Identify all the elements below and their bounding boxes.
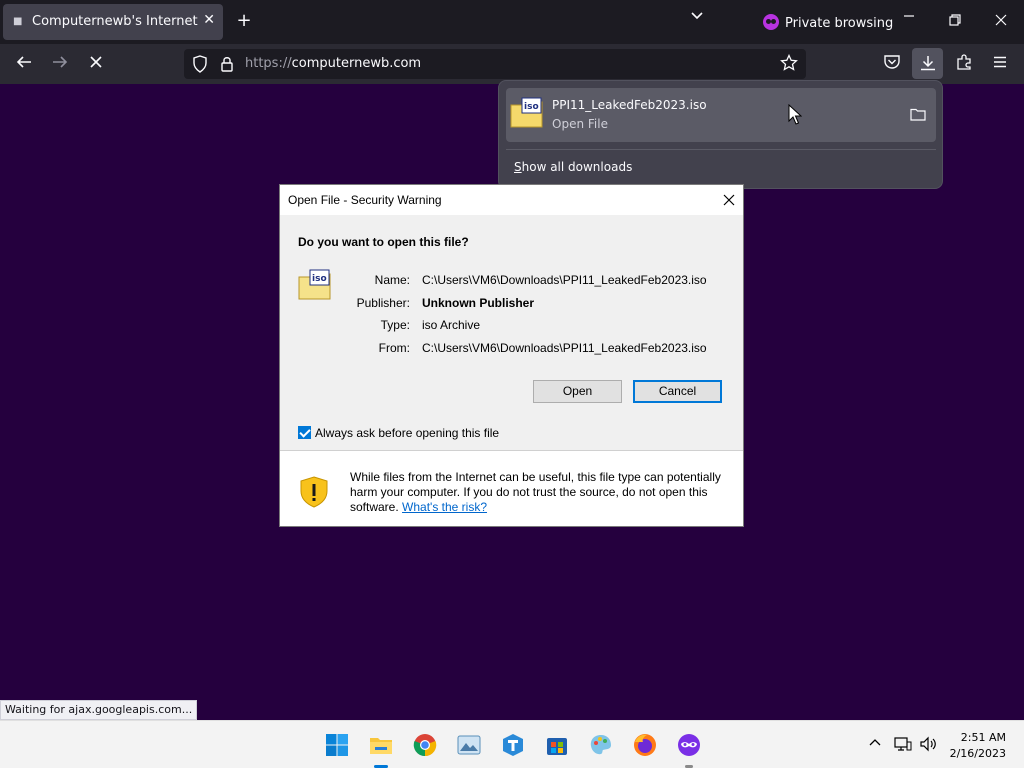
- taskbar: 2:51 AM 2/16/2023: [0, 720, 1024, 768]
- dialog-titlebar[interactable]: Open File - Security Warning: [280, 185, 743, 215]
- name-value: C:\Users\VM6\Downloads\PPI11_LeakedFeb20…: [422, 273, 707, 287]
- cancel-button[interactable]: Cancel: [633, 380, 722, 403]
- mouse-cursor-icon: [788, 103, 803, 130]
- firefox-private-icon[interactable]: [677, 733, 701, 757]
- warning-text: While files from the Internet can be use…: [350, 470, 730, 515]
- network-icon[interactable]: [894, 736, 912, 756]
- bookmark-star-icon[interactable]: [780, 53, 798, 76]
- windows-start-icon[interactable]: [325, 733, 349, 757]
- firefox-icon[interactable]: [633, 733, 657, 757]
- tab-active[interactable]: ■ Computernewb's Internet Pub ✕: [3, 4, 223, 40]
- warning-pane: While files from the Internet can be use…: [280, 451, 743, 526]
- tab-title: Computernewb's Internet Pub: [32, 14, 198, 29]
- publisher-label: Publisher:: [356, 296, 410, 310]
- private-browsing-indicator: Private browsing: [763, 14, 893, 31]
- always-ask-label: Always ask before opening this file: [315, 426, 500, 440]
- downloads-button[interactable]: [912, 48, 943, 79]
- system-clock[interactable]: 2:51 AM 2/16/2023: [950, 730, 1006, 762]
- type-value: iso Archive: [422, 318, 481, 332]
- teams-icon[interactable]: [501, 733, 525, 757]
- dialog-title: Open File - Security Warning: [288, 193, 442, 207]
- name-label: Name:: [374, 273, 410, 287]
- volume-icon[interactable]: [919, 736, 937, 756]
- show-in-folder-icon[interactable]: [910, 106, 926, 121]
- clock-date: 2/16/2023: [949, 747, 1006, 760]
- minimize-icon[interactable]: [898, 10, 920, 26]
- download-status: Open File: [552, 117, 608, 131]
- new-tab-plus-icon[interactable]: +: [233, 10, 255, 31]
- tracking-protection-shield-icon[interactable]: [192, 55, 208, 77]
- chrome-icon[interactable]: [413, 733, 437, 757]
- download-file-name: PPI11_LeakedFeb2023.iso: [552, 98, 707, 112]
- download-arrow-icon: [919, 54, 937, 76]
- list-tabs-chevron-down-icon[interactable]: [686, 8, 708, 26]
- download-item[interactable]: iso PPI11_LeakedFeb2023.iso Open File: [506, 88, 936, 142]
- show-all-rest: how all downloads: [521, 160, 633, 174]
- show-hidden-icons-chevron-up-icon[interactable]: [868, 736, 882, 754]
- pocket-icon[interactable]: [880, 53, 904, 76]
- status-panel: Waiting for ajax.googleapis.com...: [0, 700, 198, 720]
- tab-bar: ■ Computernewb's Internet Pub ✕ + Privat…: [0, 0, 1024, 44]
- extensions-puzzle-icon[interactable]: [952, 53, 976, 76]
- panel-divider: [506, 149, 936, 150]
- close-window-icon[interactable]: [990, 10, 1012, 31]
- show-all-accesskey: S: [514, 160, 522, 174]
- photos-icon[interactable]: [457, 733, 481, 757]
- downloads-panel: iso PPI11_LeakedFeb2023.iso Open File Sh…: [498, 80, 943, 189]
- open-button[interactable]: Open: [533, 380, 622, 403]
- store-icon[interactable]: [545, 733, 569, 757]
- url-text[interactable]: https://computernewb.com: [245, 56, 421, 71]
- stop-loading-icon[interactable]: [84, 53, 108, 76]
- show-all-downloads-button[interactable]: Show all downloads: [514, 160, 632, 174]
- navigation-toolbar: https://computernewb.com: [0, 44, 1024, 84]
- url-protocol: https://: [245, 56, 292, 71]
- type-label: Type:: [380, 318, 410, 332]
- restore-icon[interactable]: [944, 10, 966, 31]
- clock-time: 2:51 AM: [960, 731, 1006, 744]
- dialog-question: Do you want to open this file?: [298, 235, 469, 249]
- private-browsing-label: Private browsing: [785, 16, 894, 31]
- security-warning-dialog: Open File - Security Warning Do you want…: [279, 184, 744, 527]
- hamburger-menu-icon[interactable]: [988, 53, 1012, 76]
- checkbox-checked-icon[interactable]: [298, 426, 311, 439]
- svg-text:iso: iso: [524, 102, 539, 112]
- forward-arrow-icon[interactable]: [48, 53, 72, 76]
- url-host: computernewb.com: [291, 56, 422, 71]
- warning-shield-icon: [298, 475, 330, 514]
- url-bar[interactable]: https://computernewb.com: [184, 49, 806, 79]
- padlock-icon[interactable]: [220, 55, 234, 77]
- back-arrow-icon[interactable]: [12, 53, 36, 76]
- from-label: From:: [378, 341, 410, 355]
- dialog-close-icon[interactable]: [723, 190, 735, 211]
- from-value: C:\Users\VM6\Downloads\PPI11_LeakedFeb20…: [422, 341, 707, 355]
- whats-the-risk-link[interactable]: What's the risk?: [402, 500, 487, 514]
- always-ask-checkbox[interactable]: Always ask before opening this file: [298, 426, 499, 440]
- private-mask-icon: [763, 14, 779, 30]
- publisher-value: Unknown Publisher: [422, 296, 535, 310]
- site-favicon-icon: ■: [13, 16, 23, 27]
- iso-file-icon: iso: [510, 97, 544, 133]
- tab-close-icon[interactable]: ✕: [203, 12, 215, 28]
- paint-icon[interactable]: [589, 733, 613, 757]
- file-explorer-icon[interactable]: [369, 733, 393, 757]
